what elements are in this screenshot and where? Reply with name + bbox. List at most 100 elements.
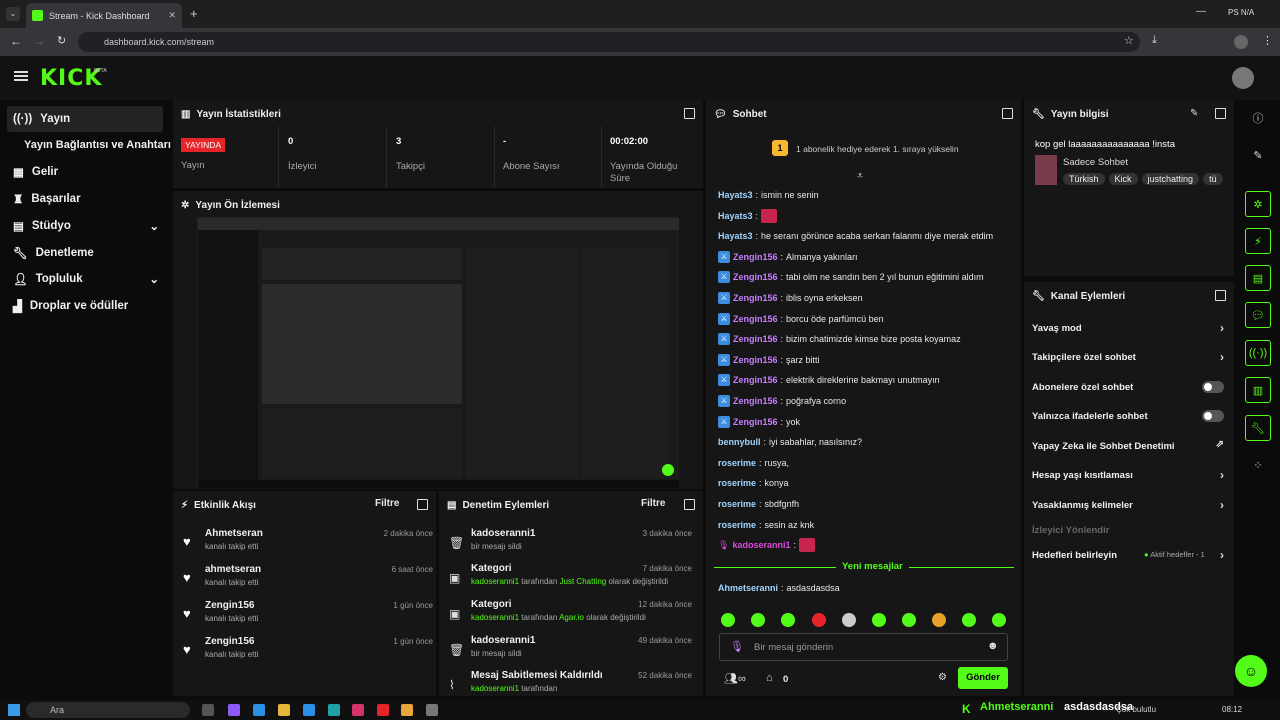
stream-preview-video[interactable] <box>197 217 679 488</box>
taskbar-search[interactable]: Ara <box>26 702 190 718</box>
edit-icon[interactable]: ✎ <box>1190 108 1198 119</box>
app-icon[interactable] <box>328 704 340 716</box>
mod-title[interactable]: kadoseranni1 <box>471 528 535 539</box>
toggle-switch[interactable] <box>1202 381 1224 393</box>
mod-user[interactable]: kadoseranni1 <box>471 684 519 693</box>
user-avatar[interactable] <box>1232 67 1254 89</box>
chatters-icon[interactable]: 👥︎∞ <box>724 672 746 685</box>
filter-button[interactable]: Filtre <box>375 498 399 509</box>
chat-username[interactable]: roserime <box>718 520 756 530</box>
emote-icon[interactable] <box>781 613 795 627</box>
chat-username[interactable]: Zengin156 <box>733 252 778 262</box>
emoji-icon[interactable]: ☻ <box>987 640 999 652</box>
popout-icon[interactable] <box>684 499 695 510</box>
download-icon[interactable]: ⤓ <box>1152 34 1157 47</box>
browser-tab[interactable]: Stream - Kick Dashboard ✕ <box>26 3 182 28</box>
minimize-icon[interactable]: — <box>1196 6 1206 17</box>
emote-icon[interactable] <box>812 613 826 627</box>
sidebar-item-drops[interactable]: ▟ Droplar ve ödüller <box>7 293 163 319</box>
document-toggle-icon[interactable]: ▤ <box>1245 265 1271 291</box>
mod-user[interactable]: kadoseranni1 <box>471 613 519 622</box>
wrench-toggle-icon[interactable]: 🔧︎ <box>1245 415 1271 441</box>
toggle-switch[interactable] <box>1202 410 1224 422</box>
emote-icon[interactable] <box>721 613 735 627</box>
action-banned-words[interactable]: Yasaklanmış kelimeler › <box>1032 494 1224 516</box>
popout-icon[interactable] <box>1215 108 1226 119</box>
bookmark-star-icon[interactable]: ☆ <box>1124 34 1134 47</box>
sidebar-item-community[interactable]: 👤︎ Topluluk ⌄ <box>7 266 163 292</box>
chrome-icon[interactable] <box>401 704 413 716</box>
action-account-age[interactable]: Hesap yaşı kısıtlaması › <box>1032 464 1224 486</box>
action-goals[interactable]: Hedefleri belirleyin ● Aktif hedefler - 1… <box>1032 544 1224 566</box>
new-tab-icon[interactable]: + <box>190 6 198 21</box>
pinned-expand-icon[interactable]: ⩡ <box>857 170 863 183</box>
windows-start-icon[interactable] <box>8 704 20 716</box>
preview-toggle-icon[interactable]: ✲ <box>1245 191 1271 217</box>
send-button[interactable]: Gönder <box>958 667 1008 689</box>
mod-title[interactable]: kadoseranni1 <box>471 635 535 646</box>
tag[interactable]: Kick <box>1108 173 1138 185</box>
sidebar-item-achievements[interactable]: ♜ Başarılar <box>7 186 163 212</box>
popout-icon[interactable] <box>1215 290 1226 301</box>
task-view-icon[interactable] <box>202 704 214 716</box>
more-widgets-icon[interactable]: ⁘ <box>1245 452 1271 478</box>
info-icon[interactable]: ⓘ <box>1245 105 1271 131</box>
emote-icon[interactable] <box>962 613 976 627</box>
chat-username[interactable]: roserime <box>718 458 756 468</box>
copilot-icon[interactable] <box>228 704 240 716</box>
sidebar-item-stream-key[interactable]: Yayın Bağlantısı ve Anahtarı <box>14 132 174 158</box>
mod-user[interactable]: kadoseranni1 <box>471 577 519 586</box>
action-followers-only[interactable]: Takipçilere özel sohbet › <box>1032 346 1224 368</box>
back-icon[interactable]: ← <box>10 34 22 48</box>
action-raid[interactable]: İzleyici Yönlendir <box>1032 519 1224 541</box>
chat-username[interactable]: Hayats3 <box>718 190 753 200</box>
forward-icon[interactable]: → <box>33 34 45 48</box>
sidebar-item-studio[interactable]: ▤ Stüdyo ⌄ <box>7 213 163 239</box>
stats-toggle-icon[interactable]: ▥ <box>1245 377 1271 403</box>
emote-icon[interactable] <box>842 613 856 627</box>
chat-username[interactable]: bennybull <box>718 437 761 447</box>
chat-settings-icon[interactable]: ⚙ <box>938 672 947 683</box>
chat-username[interactable]: Zengin156 <box>733 272 778 282</box>
chat-username[interactable]: Zengin156 <box>733 396 778 406</box>
sidebar-item-stream[interactable]: ((·)) Yayın <box>7 106 163 132</box>
popout-icon[interactable] <box>684 108 695 119</box>
chat-username[interactable]: Zengin156 <box>733 355 778 365</box>
youtube-icon[interactable] <box>377 704 389 716</box>
reload-icon[interactable]: ↻ <box>57 34 66 47</box>
address-bar[interactable]: dashboard.kick.com/stream <box>78 32 1140 52</box>
broadcast-toggle-icon[interactable]: ((·)) <box>1245 340 1271 366</box>
emote-icon[interactable] <box>751 613 765 627</box>
explorer-icon[interactable] <box>278 704 290 716</box>
profile-avatar[interactable] <box>1234 35 1248 49</box>
chat-input[interactable]: 🎙︎ Bir mesaj gönderin ☻ <box>719 633 1008 661</box>
action-ai-moderation[interactable]: Yapay Zeka ile Sohbet Denetimi ⇗ <box>1032 435 1224 457</box>
emote-icon[interactable] <box>932 613 946 627</box>
event-user[interactable]: ahmetseran <box>205 564 261 575</box>
chat-username[interactable]: Zengin156 <box>733 375 778 385</box>
chat-toggle-icon[interactable]: 💬︎ <box>1245 302 1271 328</box>
chat-username[interactable]: Zengin156 <box>733 293 778 303</box>
sidebar-item-revenue[interactable]: ▦ Gelir <box>7 159 163 185</box>
menu-icon[interactable] <box>14 71 28 73</box>
help-chat-icon[interactable]: ☺ <box>1235 655 1267 687</box>
tag[interactable]: justchatting <box>1141 173 1200 185</box>
browser-menu-icon[interactable]: ⋮ <box>1262 34 1273 47</box>
obs-icon[interactable] <box>426 704 438 716</box>
chat-username[interactable]: Ahmetseranni <box>718 583 778 593</box>
instagram-icon[interactable] <box>352 704 364 716</box>
chat-username[interactable]: Zengin156 <box>733 314 778 324</box>
event-user[interactable]: Zengin156 <box>205 636 254 647</box>
chat-username[interactable]: roserime <box>718 499 756 509</box>
event-user[interactable]: Ahmetseran <box>205 528 263 539</box>
tab-list-icon[interactable]: ⌄ <box>6 7 20 21</box>
chat-username[interactable]: Zengin156 <box>733 334 778 344</box>
chat-username[interactable]: kadoseranni1 <box>732 540 790 550</box>
popout-icon[interactable] <box>417 499 428 510</box>
emote-icon[interactable] <box>872 613 886 627</box>
chat-username[interactable]: Zengin156 <box>733 417 778 427</box>
chat-username[interactable]: roserime <box>718 478 756 488</box>
sidebar-item-moderation[interactable]: 🔧︎ Denetleme <box>7 240 163 266</box>
emote-icon[interactable] <box>992 613 1006 627</box>
chat-username[interactable]: Hayats3 <box>718 211 753 221</box>
